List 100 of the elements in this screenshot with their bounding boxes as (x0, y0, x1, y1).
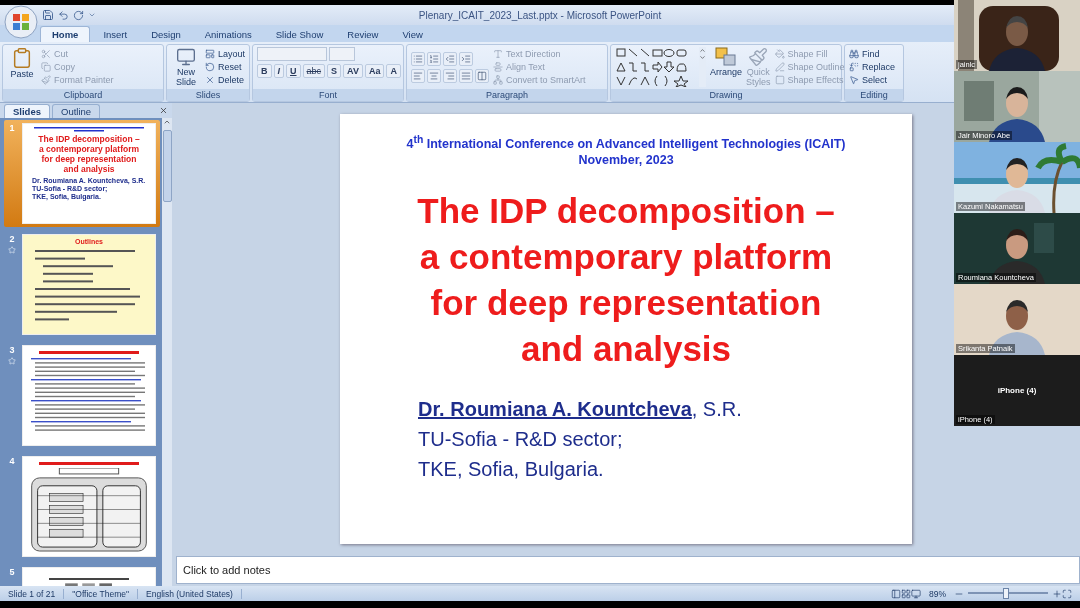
ribbon-tab[interactable]: Design (140, 27, 192, 42)
justify-icon (461, 70, 471, 81)
clipboard-icon (11, 47, 33, 69)
slide-number: 5 (9, 567, 15, 577)
thumbnail-title: for deep representation (41, 154, 137, 164)
zoom-level[interactable]: 89% (921, 588, 954, 599)
save-icon (42, 9, 54, 21)
font-button[interactable]: A (386, 64, 401, 78)
outdent-icon (445, 53, 455, 64)
redo-icon (73, 9, 84, 21)
paste-button[interactable]: Paste (7, 47, 37, 87)
arrange-icon (715, 47, 737, 67)
gallery-scrollbar[interactable] (699, 47, 706, 87)
editing-button[interactable]: Select (849, 75, 896, 86)
font-size-field[interactable] (329, 47, 355, 61)
thumbnail-title: The IDP decomposition – (38, 134, 140, 144)
slide-header: 4$^{th}$ International Conference on Advanced Intelligent Technologies (ICAIT) (406, 132, 846, 152)
square-icon (774, 75, 785, 86)
language[interactable]: English (United States) (138, 588, 242, 599)
group-label: Slides (167, 89, 249, 101)
theme-name: "Office Theme" (64, 588, 138, 599)
group-label: Drawing (611, 89, 841, 101)
slides-button[interactable]: Layout (204, 48, 245, 59)
align-right-icon (445, 70, 455, 81)
group-label: Paragraph (407, 89, 607, 101)
delete-icon (204, 75, 215, 86)
window-title: Plenary_ICAIT_2023_Last.pptx - Microsoft PowerPoint (418, 9, 662, 21)
normal-view-icon (891, 588, 901, 599)
editing-button[interactable]: Find (849, 48, 896, 59)
slide-title: and analysis (520, 327, 732, 370)
slide-header: November, 2023 (578, 151, 674, 168)
font-button[interactable]: U (286, 64, 301, 78)
scrollbar-thumb[interactable] (162, 130, 172, 202)
group-label: Editing (845, 89, 903, 101)
pen-icon (774, 62, 785, 72)
slides-button[interactable]: Delete (204, 75, 245, 86)
scissors-icon (41, 48, 51, 59)
bullet-list-icon (413, 53, 423, 64)
author-line: TU-Sofia - R&D sector; (418, 426, 624, 452)
font-button[interactable]: S (327, 64, 342, 78)
slide-number: 4 (9, 456, 15, 466)
align-center-icon (429, 70, 439, 81)
group-label: Font (253, 89, 403, 101)
copy-icon (41, 62, 51, 72)
slide-thumbnail[interactable] (22, 456, 156, 557)
slide-number: 1 (9, 123, 15, 133)
caret-icon (88, 11, 96, 19)
binoculars-icon (849, 48, 859, 59)
align-text-icon (493, 62, 503, 72)
scroll-up-icon (699, 47, 706, 54)
slide-title: a contemporary platform (419, 235, 833, 278)
layout-icon (204, 48, 215, 59)
indent-icon (461, 53, 471, 64)
text-direction-icon (493, 48, 503, 59)
paint-bucket-icon (774, 48, 785, 59)
slide-title: The IDP decomposition – (417, 189, 835, 232)
smartart-icon (493, 75, 503, 86)
ribbon-tab[interactable]: View (391, 27, 434, 42)
new-slide-button[interactable]: New Slide (171, 47, 201, 87)
columns-icon (477, 70, 487, 81)
panel-tab[interactable]: Slides (4, 104, 50, 118)
paintbrush-icon (41, 75, 51, 86)
slides-button[interactable]: Reset (204, 62, 245, 72)
panel-tab[interactable]: Outline (52, 104, 101, 118)
author-line: TKE, Sofia, Bulgaria. (418, 456, 605, 482)
thumbnail-title: and analysis (63, 164, 115, 174)
slide-title: for deep representation (430, 281, 822, 324)
thumbnail-title: a contemporary platform (38, 144, 140, 154)
slide-thumbnail[interactable] (22, 345, 156, 446)
font-field[interactable] (257, 47, 327, 61)
author-line: Dr. Roumiana A. Kountcheva, S.R. (418, 396, 742, 422)
arrange-button[interactable]: Arrange (710, 47, 743, 87)
fit-icon (1062, 588, 1072, 599)
slide-icon (176, 47, 196, 67)
scroll-up-icon (163, 118, 171, 126)
numbered-list-icon (429, 53, 439, 64)
replace-icon (849, 62, 859, 72)
participant-label: iPhone (4) (997, 386, 1037, 395)
sorter-view-icon (901, 588, 911, 599)
slideshow-icon (911, 588, 921, 599)
reset-icon (204, 62, 215, 72)
group-label: Clipboard (3, 89, 163, 101)
font-button[interactable]: I (273, 64, 284, 78)
align-left-icon (413, 70, 423, 81)
close-icon[interactable] (159, 106, 168, 115)
ribbon-tab[interactable]: Animations (193, 27, 263, 42)
paintbrush-icon (748, 47, 769, 67)
undo-icon (58, 9, 69, 21)
ribbon-tab[interactable]: Slide Show (264, 27, 335, 42)
font-button[interactable]: Aa (364, 64, 385, 78)
font-button[interactable]: AV (343, 64, 363, 78)
notes-field[interactable]: Click to add notes (176, 556, 1080, 584)
ribbon-tab[interactable]: Home (40, 26, 91, 42)
scrollbar[interactable] (162, 118, 172, 586)
ribbon-tab[interactable]: Review (336, 27, 390, 42)
font-button[interactable]: B (257, 64, 272, 78)
slide-count: Slide 1 of 21 (0, 588, 65, 599)
font-button[interactable]: abc (302, 64, 326, 78)
editing-button[interactable]: Replace (849, 62, 896, 72)
ribbon-tab[interactable]: Insert (92, 27, 139, 42)
